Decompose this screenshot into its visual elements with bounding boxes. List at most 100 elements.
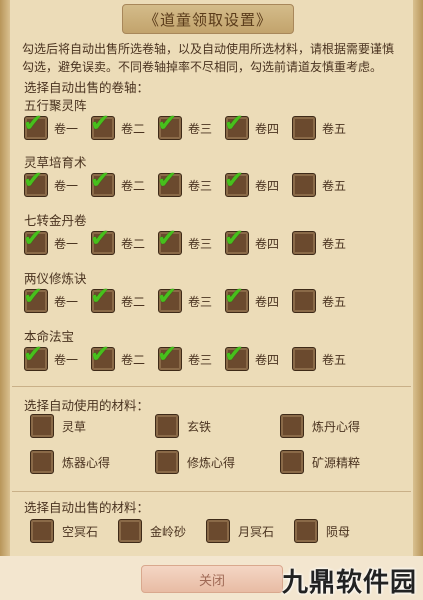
checkbox[interactable]: [292, 231, 316, 255]
use-material-option[interactable]: 灵草: [30, 414, 155, 438]
checkmark-icon: ✔: [224, 340, 245, 368]
scroll-option[interactable]: ✔ 卷四: [224, 342, 285, 371]
scroll-option[interactable]: ✔ 卷三: [157, 342, 218, 371]
scroll-option-row: ✔ 卷一 ✔ 卷二 ✔ 卷三 ✔ 卷四 卷五: [23, 284, 359, 314]
panel-right-edge: [413, 0, 423, 600]
checkbox[interactable]: [155, 414, 179, 438]
sell-materials: 空冥石 金岭砂 月冥石 陨母: [30, 518, 370, 544]
checkbox-checked[interactable]: ✔: [90, 284, 115, 313]
checkbox-checked[interactable]: ✔: [157, 342, 182, 371]
scroll-option[interactable]: ✔ 卷一: [23, 111, 84, 140]
scroll-option[interactable]: ✔ 卷三: [157, 168, 218, 197]
checkmark-icon: ✔: [90, 340, 111, 368]
checkmark-icon: ✔: [157, 282, 178, 310]
scroll-option[interactable]: ✔ 卷二: [90, 226, 151, 255]
checkbox-checked[interactable]: ✔: [224, 111, 249, 140]
checkbox-checked[interactable]: ✔: [90, 342, 115, 371]
scroll-option-label: 卷三: [188, 121, 213, 136]
scroll-option-label: 卷二: [121, 352, 146, 367]
use-material-option[interactable]: 炼器心得: [30, 450, 155, 474]
scroll-option[interactable]: ✔ 卷四: [224, 226, 285, 255]
checkbox[interactable]: [280, 450, 304, 474]
checkbox-checked[interactable]: ✔: [224, 342, 249, 371]
scroll-option-label: 卷四: [255, 294, 280, 309]
use-material-option[interactable]: 玄铁: [155, 414, 280, 438]
close-button[interactable]: 关闭: [141, 565, 283, 593]
use-material-option[interactable]: 炼丹心得: [280, 414, 405, 438]
scroll-option[interactable]: ✔ 卷一: [23, 284, 84, 313]
use-material-option[interactable]: 矿源精粹: [280, 450, 405, 474]
checkbox-checked[interactable]: ✔: [157, 226, 182, 255]
sell-material-label: 空冥石: [62, 524, 99, 539]
scroll-option-row: ✔ 卷一 ✔ 卷二 ✔ 卷三 ✔ 卷四 卷五: [23, 226, 359, 256]
scroll-option[interactable]: ✔ 卷四: [224, 111, 285, 140]
scroll-option[interactable]: ✔ 卷四: [224, 168, 285, 197]
checkbox[interactable]: [206, 519, 231, 543]
checkbox-checked[interactable]: ✔: [23, 342, 48, 371]
checkmark-icon: ✔: [157, 166, 178, 194]
checkbox-checked[interactable]: ✔: [90, 111, 115, 140]
sell-material-label: 金岭砂: [150, 524, 187, 539]
checkbox-checked[interactable]: ✔: [23, 111, 48, 140]
checkbox-checked[interactable]: ✔: [23, 226, 48, 255]
checkbox[interactable]: [155, 450, 179, 474]
use-material-label: 炼器心得: [62, 455, 111, 470]
scroll-option[interactable]: ✔ 卷二: [90, 168, 151, 197]
checkbox-checked[interactable]: ✔: [90, 226, 115, 255]
scroll-option-row: ✔ 卷一 ✔ 卷二 ✔ 卷三 ✔ 卷四 卷五: [23, 168, 359, 198]
sell-material-option[interactable]: 陨母: [294, 519, 350, 543]
panel-left-edge: [0, 0, 10, 600]
sell-material-option[interactable]: 月冥石: [206, 519, 274, 543]
checkbox[interactable]: [30, 450, 54, 474]
scroll-option-row: ✔ 卷一 ✔ 卷二 ✔ 卷三 ✔ 卷四 卷五: [23, 111, 359, 141]
checkbox-checked[interactable]: ✔: [90, 168, 115, 197]
checkbox[interactable]: [292, 347, 316, 371]
scroll-option[interactable]: 卷五: [292, 116, 352, 140]
checkbox[interactable]: [30, 414, 54, 438]
scroll-option[interactable]: ✔ 卷四: [224, 284, 285, 313]
scroll-option-row: ✔ 卷一 ✔ 卷二 ✔ 卷三 ✔ 卷四 卷五: [23, 342, 359, 372]
scroll-option-label: 卷一: [54, 352, 79, 367]
scroll-option-label: 卷二: [121, 236, 146, 251]
checkmark-icon: ✔: [23, 282, 44, 310]
checkbox[interactable]: [280, 414, 304, 438]
scroll-option-label: 卷三: [188, 352, 213, 367]
scroll-option[interactable]: ✔ 卷一: [23, 342, 84, 371]
checkbox-checked[interactable]: ✔: [23, 168, 48, 197]
use-material-label: 修炼心得: [187, 455, 236, 470]
checkbox-checked[interactable]: ✔: [157, 168, 182, 197]
use-material-option[interactable]: 修炼心得: [155, 450, 280, 474]
scroll-option-label: 卷五: [322, 294, 347, 309]
checkbox[interactable]: [292, 116, 316, 140]
scroll-option[interactable]: ✔ 卷三: [157, 226, 218, 255]
scroll-option[interactable]: ✔ 卷二: [90, 342, 151, 371]
scroll-option[interactable]: 卷五: [292, 289, 352, 313]
scroll-option[interactable]: ✔ 卷一: [23, 226, 84, 255]
sell-material-option[interactable]: 金岭砂: [118, 519, 186, 543]
scroll-option-label: 卷一: [54, 236, 79, 251]
checkbox-checked[interactable]: ✔: [224, 284, 249, 313]
checkbox-checked[interactable]: ✔: [224, 226, 249, 255]
checkbox[interactable]: [292, 289, 316, 313]
use-material-label: 炼丹心得: [312, 419, 361, 434]
divider: [12, 386, 411, 387]
checkbox[interactable]: [294, 519, 319, 543]
checkbox[interactable]: [292, 173, 316, 197]
scroll-option-label: 卷四: [255, 121, 280, 136]
scroll-option[interactable]: ✔ 卷三: [157, 284, 218, 313]
scroll-option[interactable]: ✔ 卷二: [90, 111, 151, 140]
checkbox-checked[interactable]: ✔: [224, 168, 249, 197]
scroll-option[interactable]: ✔ 卷一: [23, 168, 84, 197]
scroll-option-label: 卷五: [322, 236, 347, 251]
checkbox[interactable]: [118, 519, 143, 543]
scroll-option[interactable]: 卷五: [292, 173, 352, 197]
scroll-option[interactable]: 卷五: [292, 231, 352, 255]
scroll-option[interactable]: ✔ 卷二: [90, 284, 151, 313]
checkbox-checked[interactable]: ✔: [157, 284, 182, 313]
checkbox-checked[interactable]: ✔: [157, 111, 182, 140]
checkbox[interactable]: [30, 519, 54, 543]
checkbox-checked[interactable]: ✔: [23, 284, 48, 313]
sell-material-option[interactable]: 空冥石: [30, 519, 98, 543]
scroll-option[interactable]: 卷五: [292, 347, 352, 371]
scroll-option[interactable]: ✔ 卷三: [157, 111, 218, 140]
